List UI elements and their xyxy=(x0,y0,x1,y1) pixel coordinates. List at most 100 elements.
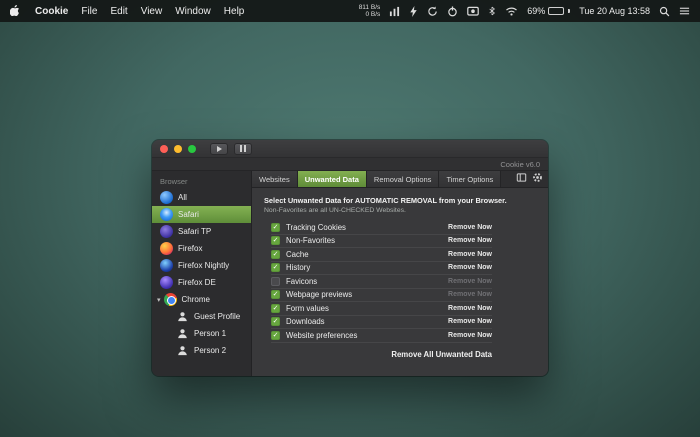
sidebar-item-firefox-de[interactable]: Firefox DE xyxy=(152,274,251,291)
firefox-de-icon xyxy=(160,276,173,289)
row-website-preferences: ✓ Website preferences Remove Now xyxy=(271,329,492,343)
tracking-cookies-checkbox[interactable]: ✓ xyxy=(271,223,280,232)
battery-percent: 69% xyxy=(527,6,545,16)
row-label: Website preferences xyxy=(286,331,357,340)
tab-removal-options[interactable]: Removal Options xyxy=(367,171,440,187)
favicons-checkbox[interactable] xyxy=(271,277,280,286)
guest-profile-icon xyxy=(176,310,189,323)
sidebar-item-label: Firefox xyxy=(178,244,202,253)
pause-removal-button[interactable] xyxy=(234,143,252,155)
row-label: History xyxy=(286,263,310,272)
settings-gear-icon[interactable] xyxy=(532,170,543,188)
power-icon[interactable] xyxy=(447,6,458,17)
screenshot-icon[interactable] xyxy=(467,6,479,16)
sidebar-item-label: Person 1 xyxy=(194,329,226,338)
tab-unwanted-data[interactable]: Unwanted Data xyxy=(298,171,367,187)
battery-indicator[interactable]: 69% xyxy=(527,6,570,16)
row-label: Non-Favorites xyxy=(286,236,335,245)
row-label: Favicons xyxy=(286,277,317,286)
downloads-remove-now-button[interactable]: Remove Now xyxy=(448,318,492,325)
battery-icon xyxy=(548,7,564,15)
panel-heading: Select Unwanted Data for AUTOMATIC REMOV… xyxy=(264,196,492,205)
tab-websites[interactable]: Websites xyxy=(252,171,298,187)
webpage-previews-checkbox[interactable]: ✓ xyxy=(271,290,280,299)
cookie-app-window: Cookie v6.0 Browser AllSafariSafari TP Fi… xyxy=(152,140,548,376)
tab-timer-options[interactable]: Timer Options xyxy=(439,171,501,187)
menu-bar: Cookie File Edit View Window Help 811 B/s 0 … xyxy=(0,0,700,22)
fullscreen-button[interactable] xyxy=(188,145,196,153)
menu-view[interactable]: View xyxy=(141,6,163,17)
version-row: Cookie v6.0 xyxy=(152,158,548,171)
tracking-cookies-remove-now-button[interactable]: Remove Now xyxy=(448,224,492,231)
sidebar-item-chrome[interactable]: ▾Chrome xyxy=(152,291,251,308)
disclosure-triangle-icon[interactable]: ▾ xyxy=(157,296,161,304)
menu-file[interactable]: File xyxy=(81,6,97,17)
app-version-label: Cookie v6.0 xyxy=(500,160,540,169)
play-icon xyxy=(217,146,222,152)
non-favorites-checkbox[interactable]: ✓ xyxy=(271,236,280,245)
row-non-favorites: ✓ Non-Favorites Remove Now xyxy=(271,235,492,249)
history-remove-now-button[interactable]: Remove Now xyxy=(448,264,492,271)
sidebar-item-label: Firefox DE xyxy=(178,278,216,287)
browser-sidebar: Browser AllSafariSafari TP Firefox Firefox… xyxy=(152,171,252,376)
start-removal-button[interactable] xyxy=(210,143,228,155)
menu-help[interactable]: Help xyxy=(224,6,245,17)
menu-list-icon[interactable] xyxy=(679,6,690,16)
non-favorites-remove-now-button[interactable]: Remove Now xyxy=(448,237,492,244)
history-checkbox[interactable]: ✓ xyxy=(271,263,280,272)
webpage-previews-remove-now-button[interactable]: Remove Now xyxy=(448,291,492,298)
favicons-remove-now-button[interactable]: Remove Now xyxy=(448,278,492,285)
spotlight-search-icon[interactable] xyxy=(659,6,670,17)
sidebar-item-safari[interactable]: Safari xyxy=(152,206,251,223)
sidebar-item-person-2[interactable]: Person 2 xyxy=(152,342,251,359)
bluetooth-icon[interactable] xyxy=(488,5,496,17)
panel-subheading: Non-Favorites are all UN-CHECKED Website… xyxy=(264,207,492,214)
panel-toggle-icon[interactable] xyxy=(516,170,527,188)
firefox-icon xyxy=(160,242,173,255)
pause-icon xyxy=(240,145,242,152)
close-button[interactable] xyxy=(160,145,168,153)
unwanted-data-panel: Select Unwanted Data for AUTOMATIC REMOV… xyxy=(252,188,548,376)
person-1-icon xyxy=(176,327,189,340)
sidebar-item-guest-profile[interactable]: Guest Profile xyxy=(152,308,251,325)
sidebar-item-person-1[interactable]: Person 1 xyxy=(152,325,251,342)
menu-bar-clock[interactable]: Tue 20 Aug 13:58 xyxy=(579,6,650,16)
sidebar-item-firefox[interactable]: Firefox xyxy=(152,240,251,257)
safari-icon xyxy=(160,208,173,221)
downloads-checkbox[interactable]: ✓ xyxy=(271,317,280,326)
download-speed: 0 B/s xyxy=(365,11,380,19)
minimize-button[interactable] xyxy=(174,145,182,153)
form-values-remove-now-button[interactable]: Remove Now xyxy=(448,305,492,312)
desktop-background: Cookie File Edit View Window Help 811 B/s 0 … xyxy=(0,0,700,437)
content-area: WebsitesUnwanted DataRemoval OptionsTime… xyxy=(252,171,548,376)
firefox-nightly-icon xyxy=(160,259,173,272)
menu-window[interactable]: Window xyxy=(175,6,211,17)
sidebar-header: Browser xyxy=(152,176,251,189)
sidebar-item-all[interactable]: All xyxy=(152,189,251,206)
window-titlebar[interactable] xyxy=(152,140,548,158)
apple-menu-icon[interactable] xyxy=(10,5,22,18)
menu-edit[interactable]: Edit xyxy=(110,6,127,17)
website-preferences-checkbox[interactable]: ✓ xyxy=(271,331,280,340)
menu-app-name[interactable]: Cookie xyxy=(35,6,68,17)
chrome-icon xyxy=(164,293,177,306)
person-2-icon xyxy=(176,344,189,357)
cache-remove-now-button[interactable]: Remove Now xyxy=(448,251,492,258)
sync-icon[interactable] xyxy=(427,6,438,17)
row-form-values: ✓Form valuesRemove Now xyxy=(271,302,492,316)
network-speed-indicator[interactable]: 811 B/s 0 B/s xyxy=(359,4,381,19)
website-preferences-remove-now-button[interactable]: Remove Now xyxy=(448,332,492,339)
row-label: Cache xyxy=(286,250,309,259)
activity-icon[interactable] xyxy=(389,6,400,17)
upload-speed: 811 B/s xyxy=(359,4,381,12)
remove-all-unwanted-data-button[interactable]: Remove All Unwanted Data xyxy=(391,350,492,359)
row-history: ✓ History Remove Now xyxy=(271,262,492,276)
row-downloads: ✓DownloadsRemove Now xyxy=(271,316,492,330)
lightning-icon[interactable] xyxy=(409,6,418,17)
cache-checkbox[interactable]: ✓ xyxy=(271,250,280,259)
sidebar-item-firefox-nightly[interactable]: Firefox Nightly xyxy=(152,257,251,274)
wifi-icon[interactable] xyxy=(505,6,518,16)
sidebar-item-label: Firefox Nightly xyxy=(178,261,229,270)
form-values-checkbox[interactable]: ✓ xyxy=(271,304,280,313)
sidebar-item-safari-tp[interactable]: Safari TP xyxy=(152,223,251,240)
